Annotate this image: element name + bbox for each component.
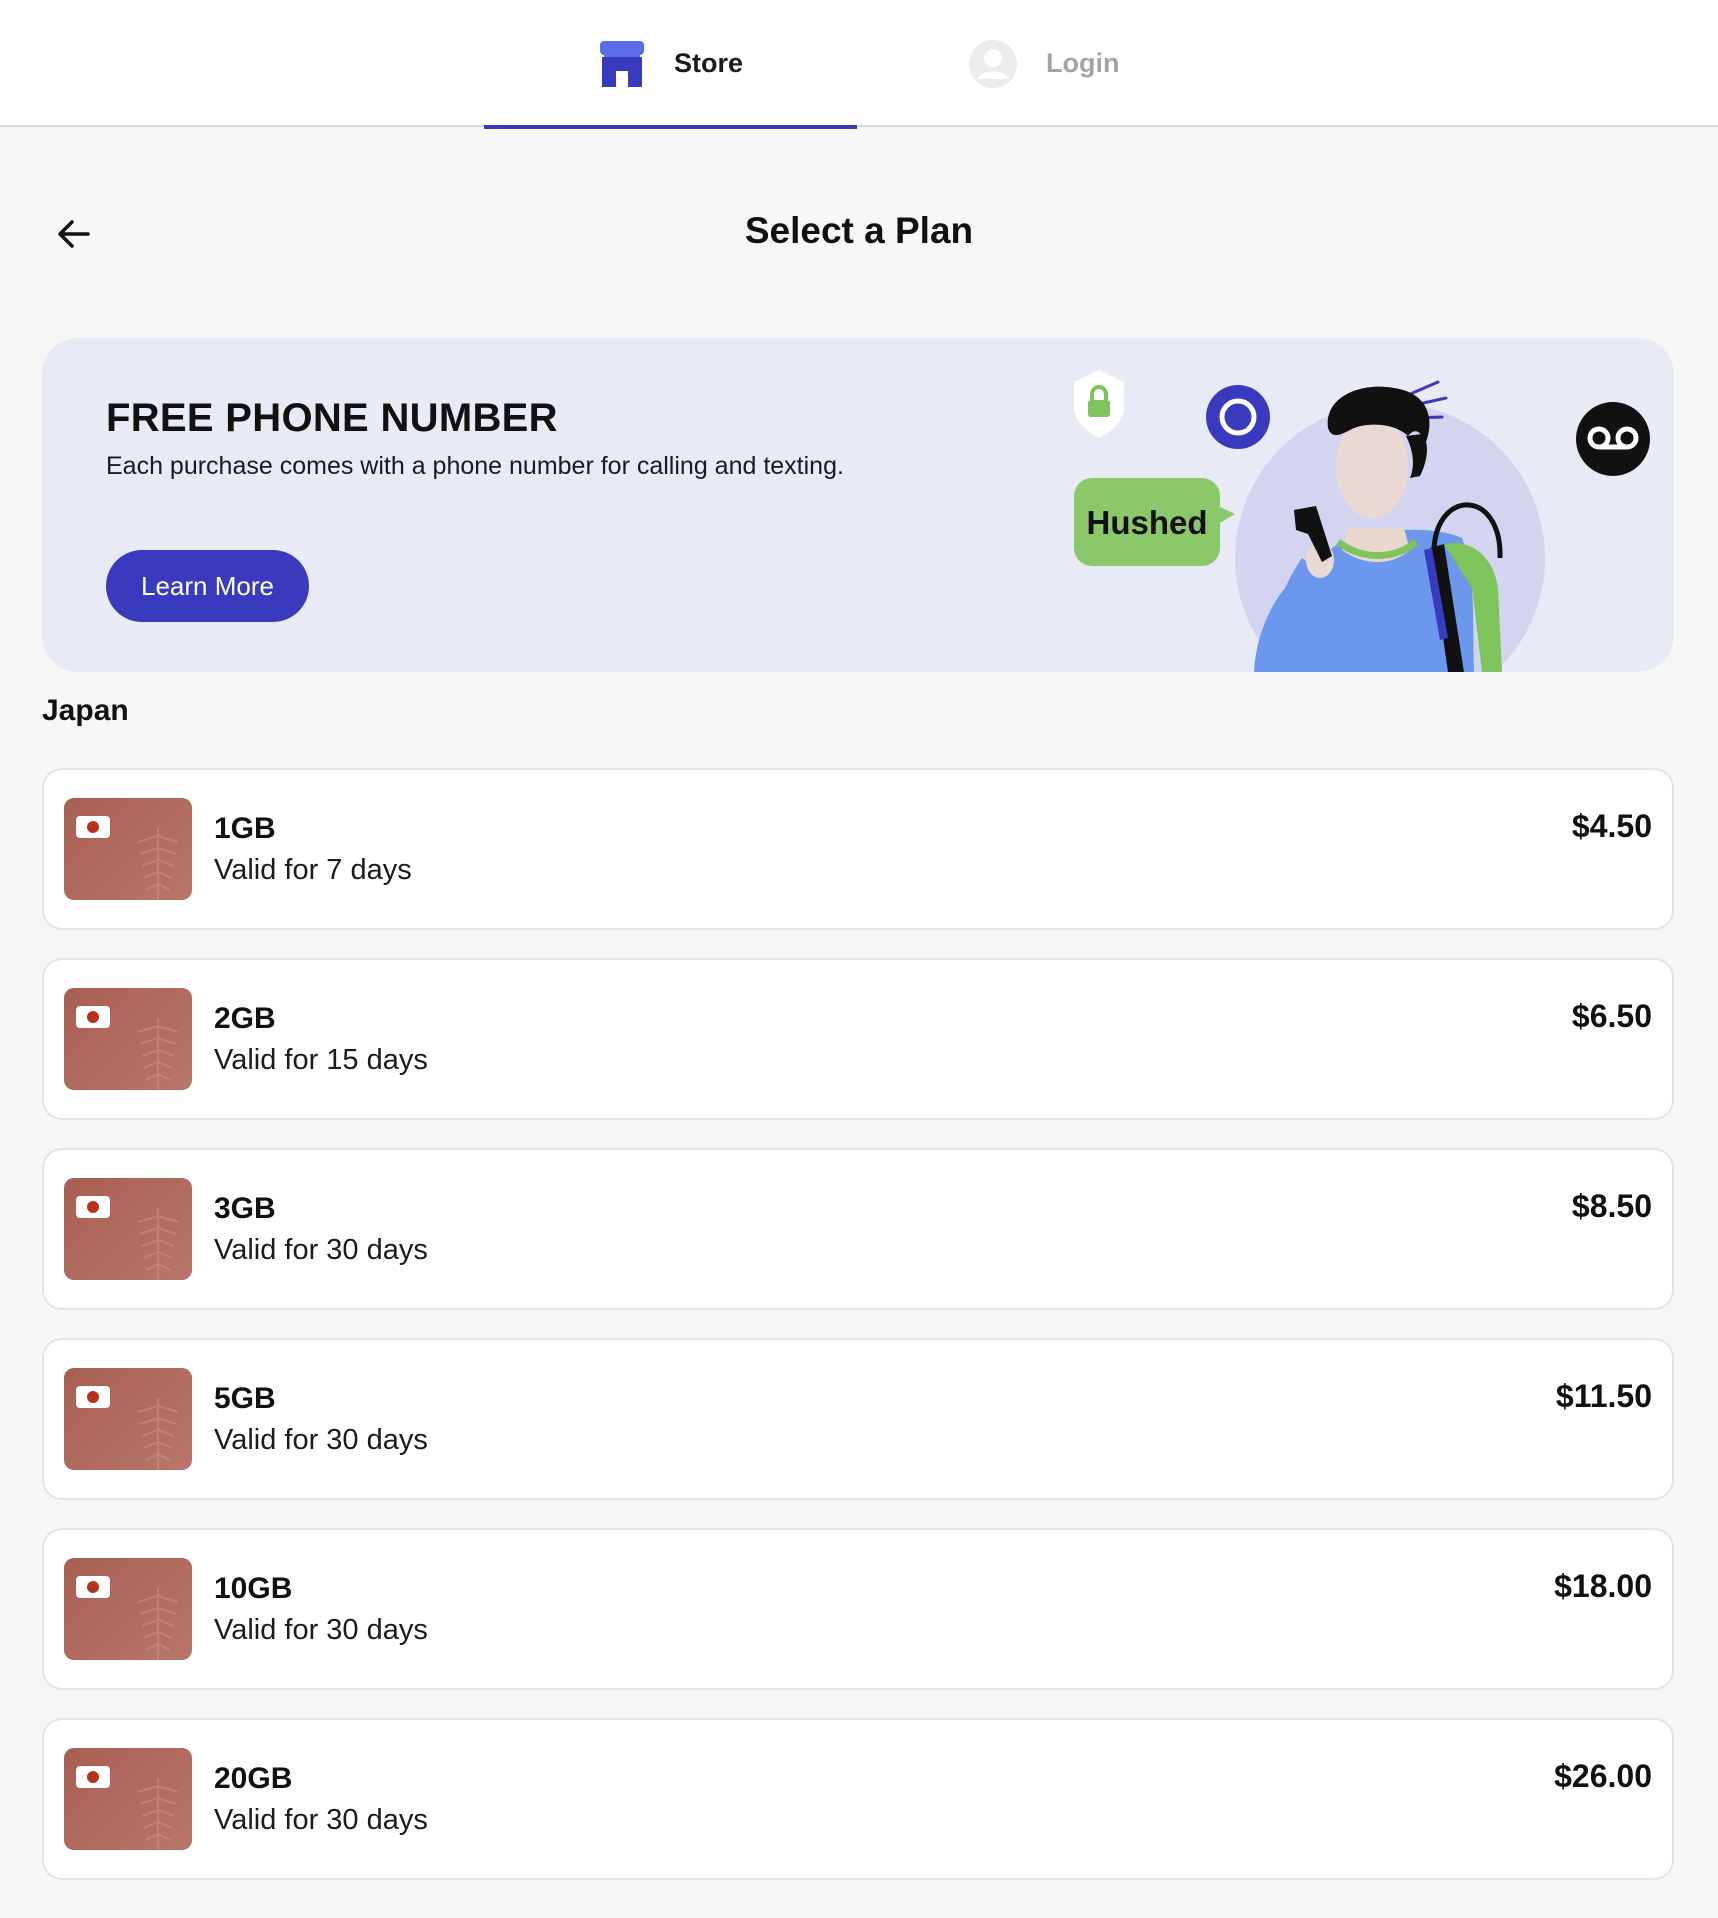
phone-call-icon: [1206, 385, 1270, 449]
user-icon: [969, 39, 1017, 88]
plan-validity: Valid for 30 days: [214, 1234, 428, 1266]
lock-icon: [1074, 370, 1124, 438]
plan-card-3gb[interactable]: 3GB Valid for 30 days $8.50: [42, 1148, 1674, 1310]
store-icon: [599, 40, 644, 87]
plan-validity: Valid for 30 days: [214, 1614, 428, 1646]
banner-description: Each purchase comes with a phone number …: [106, 452, 844, 480]
plan-validity: Valid for 30 days: [214, 1424, 428, 1456]
plan-price: $4.50: [1571, 808, 1652, 844]
esim-card-thumbnail: [64, 1748, 192, 1850]
esim-card-thumbnail: [64, 798, 192, 900]
plan-card-20gb[interactable]: 20GB Valid for 30 days $26.00: [42, 1718, 1674, 1880]
pagoda-icon: [137, 1778, 179, 1850]
plan-data-amount: 3GB: [214, 1192, 276, 1225]
plan-validity: Valid for 15 days: [214, 1044, 428, 1076]
plan-data-amount: 10GB: [214, 1572, 293, 1605]
learn-more-button[interactable]: Learn More: [106, 550, 309, 622]
plan-card-10gb[interactable]: 10GB Valid for 30 days $18.00: [42, 1528, 1674, 1690]
esim-card-thumbnail: [64, 1178, 192, 1280]
svg-text:Hushed: Hushed: [1086, 504, 1207, 541]
plan-price: $8.50: [1571, 1188, 1652, 1224]
plan-validity: Valid for 30 days: [214, 1804, 428, 1836]
pagoda-icon: [137, 1208, 179, 1280]
esim-card-thumbnail: [64, 1558, 192, 1660]
plan-card-5gb[interactable]: 5GB Valid for 30 days $11.50: [42, 1338, 1674, 1500]
pagoda-icon: [137, 1018, 179, 1090]
plan-validity: Valid for 7 days: [214, 854, 412, 886]
tab-store[interactable]: Store: [484, 0, 857, 129]
country-heading: Japan: [42, 694, 129, 727]
esim-card-thumbnail: [64, 988, 192, 1090]
promo-banner: FREE PHONE NUMBER Each purchase comes wi…: [42, 338, 1674, 672]
voicemail-icon: [1576, 402, 1650, 476]
plan-card-1gb[interactable]: 1GB Valid for 7 days $4.50: [42, 768, 1674, 930]
tab-login[interactable]: Login: [968, 0, 1148, 127]
plan-price: $11.50: [1555, 1378, 1652, 1414]
active-tab-indicator: [484, 125, 857, 129]
plan-price: $18.00: [1554, 1568, 1652, 1604]
banner-title: FREE PHONE NUMBER: [106, 396, 558, 440]
plan-price: $26.00: [1554, 1758, 1652, 1794]
pagoda-icon: [137, 1588, 179, 1660]
plan-data-amount: 2GB: [214, 1002, 276, 1035]
pagoda-icon: [137, 828, 179, 900]
pagoda-icon: [137, 1398, 179, 1470]
tab-login-label: Login: [1046, 48, 1120, 78]
plan-price: $6.50: [1571, 998, 1652, 1034]
plan-data-amount: 20GB: [214, 1762, 293, 1795]
plan-data-amount: 5GB: [214, 1382, 276, 1415]
plan-data-amount: 1GB: [214, 812, 276, 845]
esim-card-thumbnail: [64, 1368, 192, 1470]
banner-illustration: Hushed: [1074, 370, 1650, 672]
hushed-bubble: Hushed: [1074, 478, 1235, 566]
plan-card-2gb[interactable]: 2GB Valid for 15 days $6.50: [42, 958, 1674, 1120]
top-nav: Store Login: [0, 0, 1718, 129]
page-title: Select a Plan: [744, 210, 974, 251]
tab-store-label: Store: [673, 48, 744, 78]
